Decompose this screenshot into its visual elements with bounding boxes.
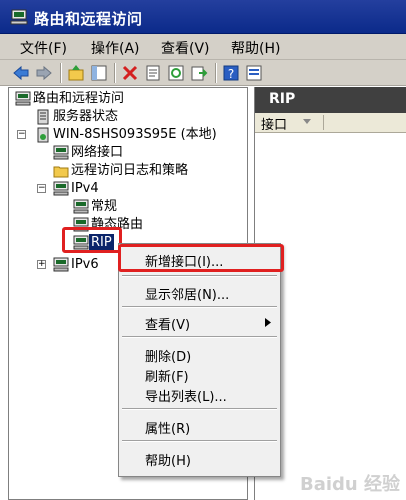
menu-action[interactable]: 操作(A)	[89, 38, 142, 58]
general-icon	[73, 199, 89, 214]
menu-separator	[122, 275, 277, 277]
menu-help[interactable]: 帮助(H)	[229, 38, 282, 58]
server-icon	[37, 127, 49, 143]
tree-node-network-interfaces[interactable]: 网络接口	[53, 144, 233, 162]
annotation-highlight-new-interface	[118, 244, 284, 272]
menu-separator	[122, 408, 277, 410]
tree-node-server[interactable]: WIN-8SHS093S95E (本地)	[35, 126, 245, 144]
toolbar: ?	[0, 60, 406, 86]
network-interface-icon	[53, 145, 69, 160]
refresh-icon[interactable]	[167, 64, 185, 82]
tree-label: 服务器状态	[53, 109, 119, 124]
tree-label: 常规	[91, 199, 118, 214]
routing-app-icon	[10, 9, 28, 25]
tree-label: 远程访问日志和策略	[71, 163, 189, 178]
collapse-toggle[interactable]: −	[37, 184, 46, 193]
console-icon[interactable]	[245, 64, 263, 82]
delete-icon[interactable]	[121, 64, 139, 82]
properties-icon[interactable]	[144, 64, 162, 82]
export-icon[interactable]	[190, 64, 208, 82]
menu-item-delete[interactable]: 删除(D)	[145, 346, 191, 365]
toolbar-separator	[60, 63, 62, 83]
context-menu: 新增接口(I)... 显示邻居(N)... 查看(V) 删除(D) 刷新(F) …	[118, 243, 281, 477]
tree-label: 路由和远程访问	[33, 91, 125, 106]
tree-label: IPv4	[71, 181, 99, 196]
toolbar-separator	[114, 63, 116, 83]
ipv6-icon	[53, 257, 69, 272]
watermark-logo: Baidu 经验	[299, 474, 400, 495]
column-label: 接口	[261, 118, 288, 133]
details-header: RIP	[255, 87, 406, 113]
menu-file[interactable]: 文件(F)	[18, 38, 69, 58]
submenu-arrow-icon	[265, 318, 271, 327]
menu-item-properties[interactable]: 属性(R)	[145, 418, 190, 437]
collapse-toggle[interactable]: −	[17, 130, 26, 139]
back-arrow-icon[interactable]	[12, 64, 30, 82]
server-status-icon	[37, 109, 49, 125]
folder-icon	[53, 166, 69, 178]
column-divider[interactable]	[323, 115, 324, 130]
tree-node-ipv4[interactable]: IPv4	[53, 180, 153, 198]
tree-node-general[interactable]: 常规	[73, 198, 173, 216]
toolbar-separator	[215, 63, 217, 83]
window-title: 路由和远程访问	[34, 10, 143, 28]
menu-item-refresh[interactable]: 刷新(F)	[145, 366, 189, 385]
routing-icon	[15, 91, 31, 106]
sort-arrow-icon	[303, 119, 311, 124]
show-tree-icon[interactable]	[90, 64, 108, 82]
menu-separator	[122, 306, 277, 308]
title-bar: 路由和远程访问	[0, 0, 406, 34]
menu-item-view[interactable]: 查看(V)	[145, 314, 190, 333]
menu-separator	[122, 440, 277, 442]
annotation-highlight-rip	[62, 227, 122, 253]
menu-bar: 文件(F) 操作(A) 查看(V) 帮助(H)	[0, 34, 406, 60]
tree-label: 网络接口	[71, 145, 124, 160]
menu-view[interactable]: 查看(V)	[159, 38, 212, 58]
help-icon[interactable]: ?	[222, 64, 240, 82]
menu-item-show-neighbors[interactable]: 显示邻居(N)...	[145, 284, 229, 303]
menu-separator	[122, 336, 277, 338]
tree-node-remote-access-logging[interactable]: 远程访问日志和策略	[53, 162, 243, 180]
menu-item-export-list[interactable]: 导出列表(L)...	[145, 386, 227, 405]
up-folder-icon[interactable]	[67, 64, 85, 82]
expand-toggle[interactable]: +	[37, 260, 46, 269]
forward-arrow-icon[interactable]	[35, 64, 53, 82]
tree-label: IPv6	[71, 257, 99, 272]
tree-node-root[interactable]: 路由和远程访问	[15, 90, 215, 108]
column-header-interface[interactable]: 接口	[255, 113, 406, 133]
svg-text:?: ?	[228, 67, 234, 81]
tree-label: WIN-8SHS093S95E (本地)	[53, 127, 217, 142]
tree-node-server-status[interactable]: 服务器状态	[35, 108, 235, 126]
menu-item-help[interactable]: 帮助(H)	[145, 450, 191, 469]
ipv4-icon	[53, 181, 69, 196]
